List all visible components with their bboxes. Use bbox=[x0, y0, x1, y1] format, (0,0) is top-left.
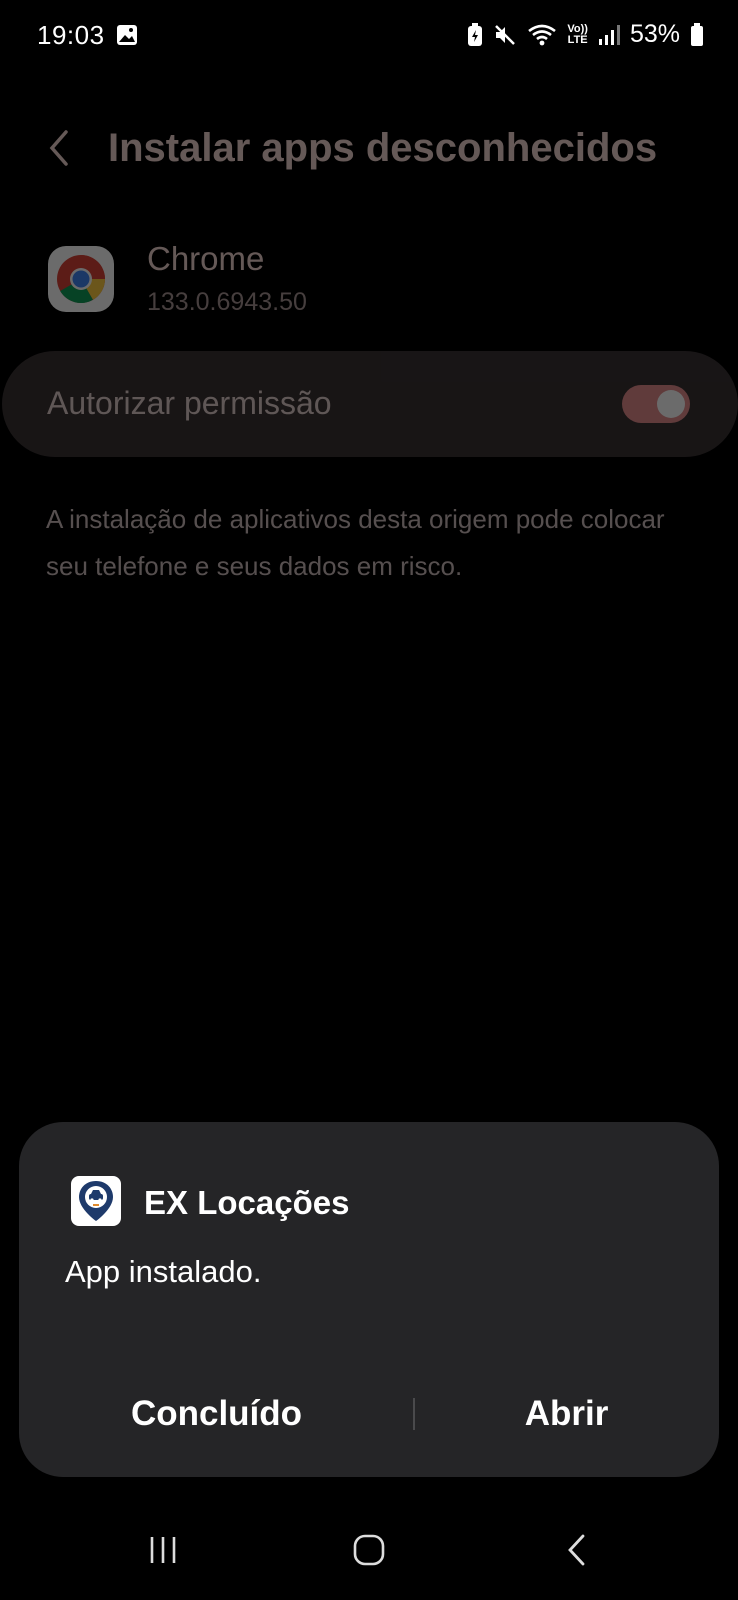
nav-back-button[interactable] bbox=[527, 1500, 627, 1600]
app-name: Chrome bbox=[147, 240, 265, 277]
app-version: 133.0.6943.50 bbox=[147, 288, 307, 316]
battery-icon bbox=[690, 22, 704, 47]
done-button[interactable]: Concluído bbox=[19, 1384, 414, 1444]
recent-apps-button[interactable] bbox=[113, 1500, 213, 1600]
battery-saver-icon bbox=[467, 22, 483, 47]
header: Instalar apps desconhecidos bbox=[0, 110, 738, 190]
battery-percent: 53% bbox=[629, 20, 680, 48]
status-bar: 19:03 Vo)) LTE 53% bbox=[0, 0, 738, 72]
status-time: 19:03 bbox=[37, 20, 105, 50]
home-icon bbox=[353, 1534, 385, 1566]
app-info: Chrome 133.0.6943.50 bbox=[0, 236, 738, 326]
chevron-left-icon bbox=[49, 130, 68, 166]
status-icons: Vo)) LTE 53% bbox=[467, 20, 704, 49]
navigation-bar bbox=[0, 1500, 738, 1600]
toggle-knob bbox=[657, 390, 685, 418]
back-icon bbox=[568, 1534, 585, 1566]
permission-toggle[interactable] bbox=[622, 385, 690, 423]
permission-label: Autorizar permissão bbox=[47, 385, 332, 421]
dialog-message: App instalado. bbox=[65, 1254, 262, 1289]
network-label: LTE bbox=[567, 33, 588, 46]
open-button[interactable]: Abrir bbox=[414, 1384, 719, 1444]
chrome-icon bbox=[48, 246, 114, 312]
page-title: Instalar apps desconhecidos bbox=[108, 126, 658, 170]
wifi-icon bbox=[527, 23, 557, 47]
back-button[interactable] bbox=[42, 126, 78, 170]
mute-icon bbox=[493, 23, 517, 47]
signal-icon bbox=[598, 24, 620, 46]
volte-icon: Vo)) LTE bbox=[567, 22, 588, 46]
recent-apps-icon bbox=[150, 1537, 176, 1563]
dialog-app-name: EX Locações bbox=[144, 1184, 350, 1221]
home-button[interactable] bbox=[319, 1500, 419, 1600]
gallery-icon bbox=[116, 24, 138, 51]
permission-row[interactable]: Autorizar permissão bbox=[2, 351, 738, 457]
install-dialog: EX Locações App instalado. Concluído Abr… bbox=[19, 1122, 719, 1477]
warning-text: A instalação de aplicativos desta origem… bbox=[46, 504, 665, 581]
ex-locacoes-icon bbox=[71, 1176, 121, 1226]
